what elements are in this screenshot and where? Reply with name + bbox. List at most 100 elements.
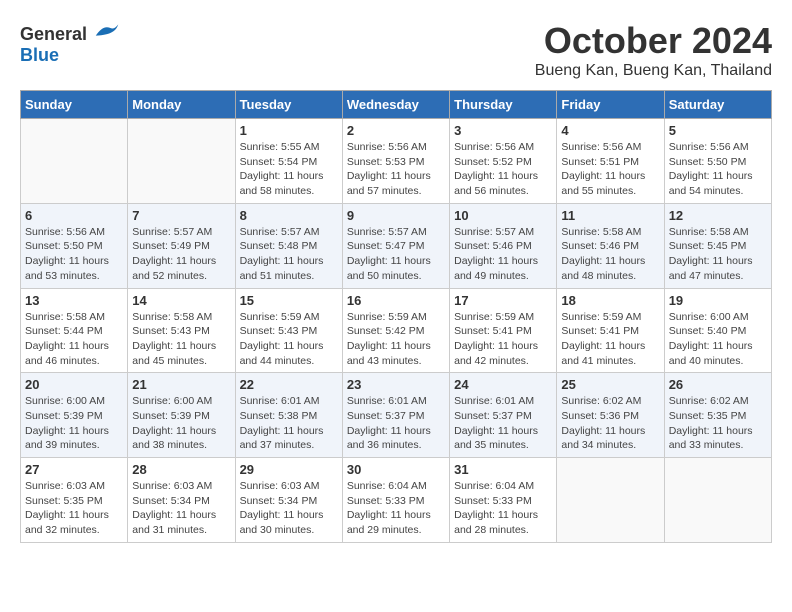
calendar-day-cell: 15 Sunrise: 5:59 AMSunset: 5:43 PMDayligh…	[235, 288, 342, 373]
weekday-header-wednesday: Wednesday	[342, 91, 449, 119]
calendar-day-cell: 29 Sunrise: 6:03 AMSunset: 5:34 PMDayligh…	[235, 458, 342, 543]
day-number: 3	[454, 123, 552, 138]
day-number: 13	[25, 293, 123, 308]
day-info: Sunrise: 6:00 AMSunset: 5:40 PMDaylight:…	[669, 310, 767, 369]
calendar-day-cell: 28 Sunrise: 6:03 AMSunset: 5:34 PMDayligh…	[128, 458, 235, 543]
calendar-day-cell: 17 Sunrise: 5:59 AMSunset: 5:41 PMDayligh…	[450, 288, 557, 373]
day-info: Sunrise: 5:56 AMSunset: 5:52 PMDaylight:…	[454, 140, 552, 199]
day-info: Sunrise: 6:00 AMSunset: 5:39 PMDaylight:…	[25, 394, 123, 453]
day-info: Sunrise: 6:03 AMSunset: 5:34 PMDaylight:…	[240, 479, 338, 538]
calendar-day-cell: 31 Sunrise: 6:04 AMSunset: 5:33 PMDayligh…	[450, 458, 557, 543]
day-number: 12	[669, 208, 767, 223]
day-info: Sunrise: 6:02 AMSunset: 5:36 PMDaylight:…	[561, 394, 659, 453]
day-number: 18	[561, 293, 659, 308]
day-info: Sunrise: 5:56 AMSunset: 5:50 PMDaylight:…	[669, 140, 767, 199]
day-number: 17	[454, 293, 552, 308]
calendar-day-cell: 16 Sunrise: 5:59 AMSunset: 5:42 PMDayligh…	[342, 288, 449, 373]
day-info: Sunrise: 5:57 AMSunset: 5:48 PMDaylight:…	[240, 225, 338, 284]
day-info: Sunrise: 5:56 AMSunset: 5:53 PMDaylight:…	[347, 140, 445, 199]
day-number: 11	[561, 208, 659, 223]
logo-bird-icon	[92, 20, 122, 40]
day-info: Sunrise: 5:58 AMSunset: 5:45 PMDaylight:…	[669, 225, 767, 284]
calendar-day-cell: 2Sunrise: 5:56 AMSunset: 5:53 PMDaylight…	[342, 119, 449, 204]
calendar-day-cell: 5 Sunrise: 5:56 AMSunset: 5:50 PMDaylight…	[664, 119, 771, 204]
day-number: 29	[240, 462, 338, 477]
day-number: 19	[669, 293, 767, 308]
calendar-day-cell: 21 Sunrise: 6:00 AMSunset: 5:39 PMDayligh…	[128, 373, 235, 458]
day-info: Sunrise: 6:01 AMSunset: 5:37 PMDaylight:…	[454, 394, 552, 453]
calendar-day-cell: 30 Sunrise: 6:04 AMSunset: 5:33 PMDayligh…	[342, 458, 449, 543]
calendar-day-cell: 23Sunrise: 6:01 AMSunset: 5:37 PMDayligh…	[342, 373, 449, 458]
weekday-header-friday: Friday	[557, 91, 664, 119]
day-number: 25	[561, 377, 659, 392]
day-number: 21	[132, 377, 230, 392]
calendar-day-cell	[21, 119, 128, 204]
calendar-week-row: 1Sunrise: 5:55 AMSunset: 5:54 PMDaylight…	[21, 119, 772, 204]
calendar-day-cell	[557, 458, 664, 543]
day-number: 26	[669, 377, 767, 392]
page-header: General Blue October 2024 Bueng Kan, Bue…	[20, 20, 772, 80]
day-info: Sunrise: 5:57 AMSunset: 5:47 PMDaylight:…	[347, 225, 445, 284]
calendar-day-cell: 11 Sunrise: 5:58 AMSunset: 5:46 PMDayligh…	[557, 203, 664, 288]
logo-blue: Blue	[20, 45, 59, 65]
day-info: Sunrise: 6:04 AMSunset: 5:33 PMDaylight:…	[347, 479, 445, 538]
calendar-day-cell: 13 Sunrise: 5:58 AMSunset: 5:44 PMDayligh…	[21, 288, 128, 373]
day-info: Sunrise: 6:00 AMSunset: 5:39 PMDaylight:…	[132, 394, 230, 453]
calendar-day-cell: 3 Sunrise: 5:56 AMSunset: 5:52 PMDaylight…	[450, 119, 557, 204]
logo-general: General	[20, 24, 87, 44]
day-number: 20	[25, 377, 123, 392]
logo: General Blue	[20, 20, 122, 66]
day-number: 28	[132, 462, 230, 477]
calendar-day-cell: 27Sunrise: 6:03 AMSunset: 5:35 PMDayligh…	[21, 458, 128, 543]
day-info: Sunrise: 5:56 AMSunset: 5:51 PMDaylight:…	[561, 140, 659, 199]
calendar-day-cell: 10Sunrise: 5:57 AMSunset: 5:46 PMDayligh…	[450, 203, 557, 288]
calendar-day-cell: 24 Sunrise: 6:01 AMSunset: 5:37 PMDayligh…	[450, 373, 557, 458]
day-number: 7	[132, 208, 230, 223]
day-number: 1	[240, 123, 338, 138]
calendar-day-cell	[664, 458, 771, 543]
calendar-day-cell: 12 Sunrise: 5:58 AMSunset: 5:45 PMDayligh…	[664, 203, 771, 288]
day-number: 27	[25, 462, 123, 477]
day-number: 9	[347, 208, 445, 223]
calendar-header-row: SundayMondayTuesdayWednesdayThursdayFrid…	[21, 91, 772, 119]
calendar-day-cell: 7 Sunrise: 5:57 AMSunset: 5:49 PMDaylight…	[128, 203, 235, 288]
calendar-day-cell: 19 Sunrise: 6:00 AMSunset: 5:40 PMDayligh…	[664, 288, 771, 373]
day-number: 15	[240, 293, 338, 308]
calendar-day-cell: 9 Sunrise: 5:57 AMSunset: 5:47 PMDaylight…	[342, 203, 449, 288]
day-info: Sunrise: 5:59 AMSunset: 5:43 PMDaylight:…	[240, 310, 338, 369]
calendar-day-cell: 8 Sunrise: 5:57 AMSunset: 5:48 PMDaylight…	[235, 203, 342, 288]
day-number: 30	[347, 462, 445, 477]
day-info: Sunrise: 5:58 AMSunset: 5:46 PMDaylight:…	[561, 225, 659, 284]
day-info: Sunrise: 5:59 AMSunset: 5:41 PMDaylight:…	[454, 310, 552, 369]
calendar-day-cell	[128, 119, 235, 204]
day-info: Sunrise: 5:58 AMSunset: 5:44 PMDaylight:…	[25, 310, 123, 369]
calendar-day-cell: 25 Sunrise: 6:02 AMSunset: 5:36 PMDayligh…	[557, 373, 664, 458]
day-number: 5	[669, 123, 767, 138]
day-number: 14	[132, 293, 230, 308]
calendar-week-row: 6Sunrise: 5:56 AMSunset: 5:50 PMDaylight…	[21, 203, 772, 288]
day-info: Sunrise: 6:01 AMSunset: 5:38 PMDaylight:…	[240, 394, 338, 453]
day-info: Sunrise: 6:01 AMSunset: 5:37 PMDaylight:…	[347, 394, 445, 453]
calendar-day-cell: 26Sunrise: 6:02 AMSunset: 5:35 PMDayligh…	[664, 373, 771, 458]
day-info: Sunrise: 5:59 AMSunset: 5:41 PMDaylight:…	[561, 310, 659, 369]
day-info: Sunrise: 5:57 AMSunset: 5:46 PMDaylight:…	[454, 225, 552, 284]
month-title: October 2024	[535, 20, 772, 62]
day-number: 6	[25, 208, 123, 223]
day-number: 24	[454, 377, 552, 392]
day-number: 16	[347, 293, 445, 308]
day-info: Sunrise: 5:58 AMSunset: 5:43 PMDaylight:…	[132, 310, 230, 369]
calendar-day-cell: 18 Sunrise: 5:59 AMSunset: 5:41 PMDayligh…	[557, 288, 664, 373]
day-info: Sunrise: 5:59 AMSunset: 5:42 PMDaylight:…	[347, 310, 445, 369]
calendar-day-cell: 22 Sunrise: 6:01 AMSunset: 5:38 PMDayligh…	[235, 373, 342, 458]
weekday-header-thursday: Thursday	[450, 91, 557, 119]
day-number: 31	[454, 462, 552, 477]
day-info: Sunrise: 6:03 AMSunset: 5:34 PMDaylight:…	[132, 479, 230, 538]
weekday-header-sunday: Sunday	[21, 91, 128, 119]
day-info: Sunrise: 6:04 AMSunset: 5:33 PMDaylight:…	[454, 479, 552, 538]
calendar-day-cell: 1Sunrise: 5:55 AMSunset: 5:54 PMDaylight…	[235, 119, 342, 204]
day-number: 22	[240, 377, 338, 392]
calendar-day-cell: 6Sunrise: 5:56 AMSunset: 5:50 PMDaylight…	[21, 203, 128, 288]
day-number: 8	[240, 208, 338, 223]
day-info: Sunrise: 5:57 AMSunset: 5:49 PMDaylight:…	[132, 225, 230, 284]
day-number: 4	[561, 123, 659, 138]
